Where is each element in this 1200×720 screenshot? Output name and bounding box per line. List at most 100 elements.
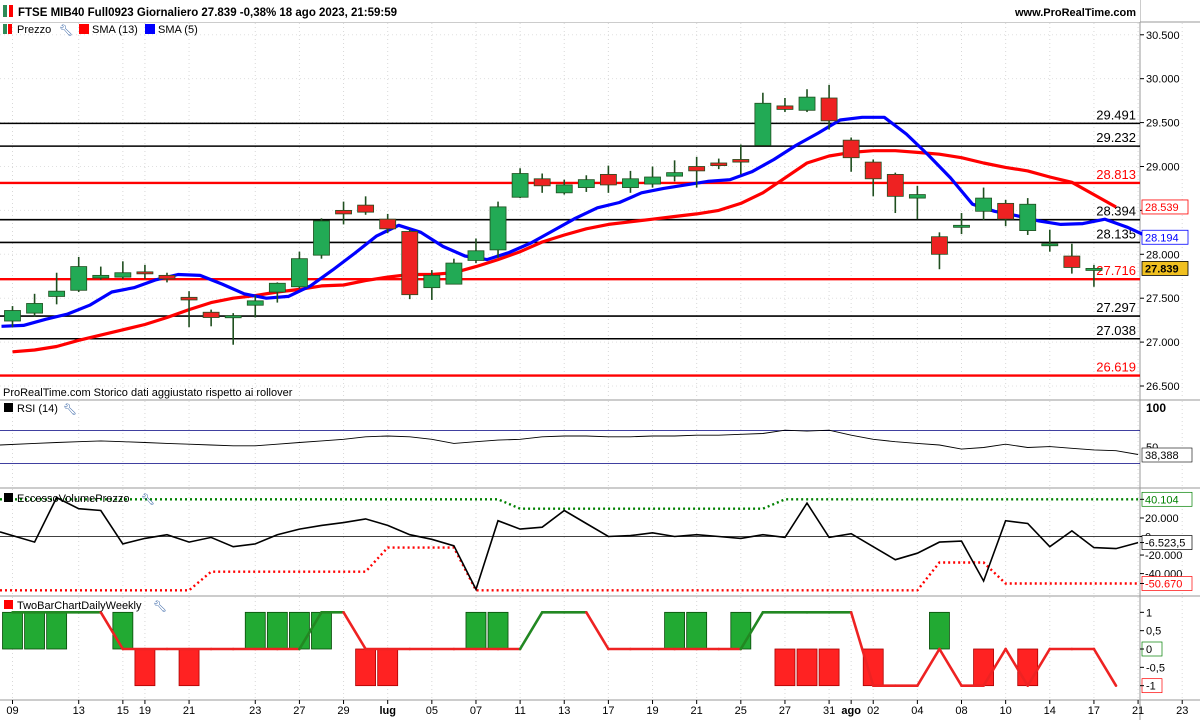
site-link[interactable]: www.ProRealTime.com <box>1014 7 1136 19</box>
twobar-bar-down[interactable] <box>377 648 399 687</box>
candle-up[interactable] <box>268 282 286 293</box>
candle-down[interactable] <box>931 236 948 255</box>
twobar-tick-label: 0,5 <box>1146 626 1161 638</box>
twobar-bar-up[interactable] <box>266 611 288 650</box>
twobar-bar-down[interactable] <box>134 648 156 687</box>
candle-down[interactable] <box>710 162 728 167</box>
wrench-icon[interactable]: 🔧︎ <box>141 493 155 506</box>
candle-down[interactable] <box>864 161 882 180</box>
candle-down[interactable] <box>136 271 154 275</box>
twobar-bar-up[interactable] <box>311 611 332 650</box>
candle-down[interactable] <box>379 218 397 230</box>
twobar-bar-up[interactable] <box>244 611 266 650</box>
candle-up[interactable] <box>92 274 110 279</box>
candle-up[interactable] <box>666 172 683 177</box>
twobar-bar-down[interactable] <box>862 648 884 687</box>
y-tick-label: 27.500 <box>1146 293 1180 305</box>
wrench-icon[interactable]: 🔧︎ <box>59 24 73 37</box>
candle-up[interactable] <box>445 262 463 285</box>
pivot-label: 27.297 <box>1096 300 1136 315</box>
color-swatch-icon <box>4 403 13 412</box>
candle-up[interactable] <box>114 272 132 278</box>
eccesso-tick-label: 20.000 <box>1145 513 1179 525</box>
legend-label-sma13: SMA (13) <box>92 24 138 36</box>
pivot-label: 29.232 <box>1096 130 1136 145</box>
pivot-label: 27.038 <box>1096 323 1136 338</box>
candle-up[interactable] <box>1041 243 1059 247</box>
candle-up[interactable] <box>48 290 66 297</box>
candle-up[interactable] <box>511 173 529 198</box>
candle-up[interactable] <box>224 315 242 319</box>
twobar-tick-label: 1 <box>1146 607 1152 619</box>
twobar-bar-up[interactable] <box>46 611 68 650</box>
twobar-tick-label: -1 <box>1146 681 1156 693</box>
value-badge-label: 28.194 <box>1145 232 1179 244</box>
candle-up[interactable] <box>908 194 926 199</box>
twobar-bar-up[interactable] <box>289 611 310 650</box>
candle-up[interactable] <box>246 300 264 306</box>
candle-down[interactable] <box>335 209 352 215</box>
candle-up[interactable] <box>975 197 992 212</box>
candle-down[interactable] <box>599 173 617 186</box>
twobar-bar-up[interactable] <box>2 611 23 650</box>
candle-down[interactable] <box>732 159 750 163</box>
x-tick-label: 17 <box>1088 705 1100 717</box>
candle-down[interactable] <box>357 204 375 213</box>
candle-down[interactable] <box>688 166 706 172</box>
twobar-bar-down[interactable] <box>774 648 796 687</box>
candle-down[interactable] <box>158 274 176 280</box>
twobar-bar-down[interactable] <box>973 648 994 687</box>
candle-up[interactable] <box>644 176 661 185</box>
twobar-bar-down[interactable] <box>178 648 200 687</box>
candle-down[interactable] <box>533 178 551 187</box>
twobar-bar-up[interactable] <box>730 611 752 650</box>
candle-up[interactable] <box>26 303 43 314</box>
candle-down[interactable] <box>180 296 198 301</box>
y-tick-label: 28.000 <box>1146 249 1180 261</box>
candle-down[interactable] <box>401 231 419 296</box>
eccesso-tick-label: 40.104 <box>1145 494 1179 506</box>
candle-up[interactable] <box>555 184 573 194</box>
wrench-icon[interactable]: 🔧︎ <box>63 403 77 416</box>
candle-down[interactable] <box>886 173 904 197</box>
chart-background <box>0 0 1200 720</box>
twobar-bar-down[interactable] <box>796 648 818 687</box>
twobar-bar-up[interactable] <box>112 611 134 650</box>
twobar-bar-down[interactable] <box>818 648 840 687</box>
candle-up[interactable] <box>798 96 816 111</box>
candle-up[interactable] <box>754 102 772 146</box>
candle-up[interactable] <box>4 310 21 322</box>
twobar-bar-up[interactable] <box>686 611 708 650</box>
candle-down[interactable] <box>1063 255 1081 268</box>
candle-up[interactable] <box>622 178 639 188</box>
twobar-bar-down[interactable] <box>355 648 377 687</box>
x-tick-label: 13 <box>558 705 570 717</box>
candle-up[interactable] <box>953 224 970 228</box>
candle-up[interactable] <box>1085 268 1103 271</box>
candle-down[interactable] <box>997 202 1015 220</box>
twobar-bar-up[interactable] <box>664 611 685 650</box>
candle-up[interactable] <box>577 179 595 188</box>
candle-up[interactable] <box>489 206 507 251</box>
wrench-icon[interactable]: 🔧︎ <box>153 600 167 613</box>
candle-up[interactable] <box>423 274 441 289</box>
legend: Prezzo 🔧︎ SMA (13) SMA (5) <box>3 24 198 37</box>
candle-down[interactable] <box>842 139 860 159</box>
twobar-bar-down[interactable] <box>1017 648 1039 687</box>
twobar-bar-up[interactable] <box>929 611 950 650</box>
candle-up[interactable] <box>1019 203 1037 231</box>
x-tick-label: lug <box>379 705 396 717</box>
candle-up[interactable] <box>291 258 308 288</box>
candle-up[interactable] <box>70 266 88 291</box>
candle-down[interactable] <box>820 97 838 122</box>
chart-window: 29.491 29.232 28.813 28.394 28.135 27.716 27.2… <box>0 0 1200 720</box>
x-tick-label: 31 <box>823 705 835 717</box>
twobar-bar-up[interactable] <box>487 611 509 650</box>
color-swatch-icon <box>4 600 13 609</box>
twobar-bar-up[interactable] <box>24 611 45 650</box>
candle-up[interactable] <box>467 250 485 261</box>
twobar-bar-up[interactable] <box>465 611 487 650</box>
candle-down[interactable] <box>776 105 794 110</box>
candle-up[interactable] <box>313 220 330 256</box>
candle-down[interactable] <box>202 311 220 318</box>
